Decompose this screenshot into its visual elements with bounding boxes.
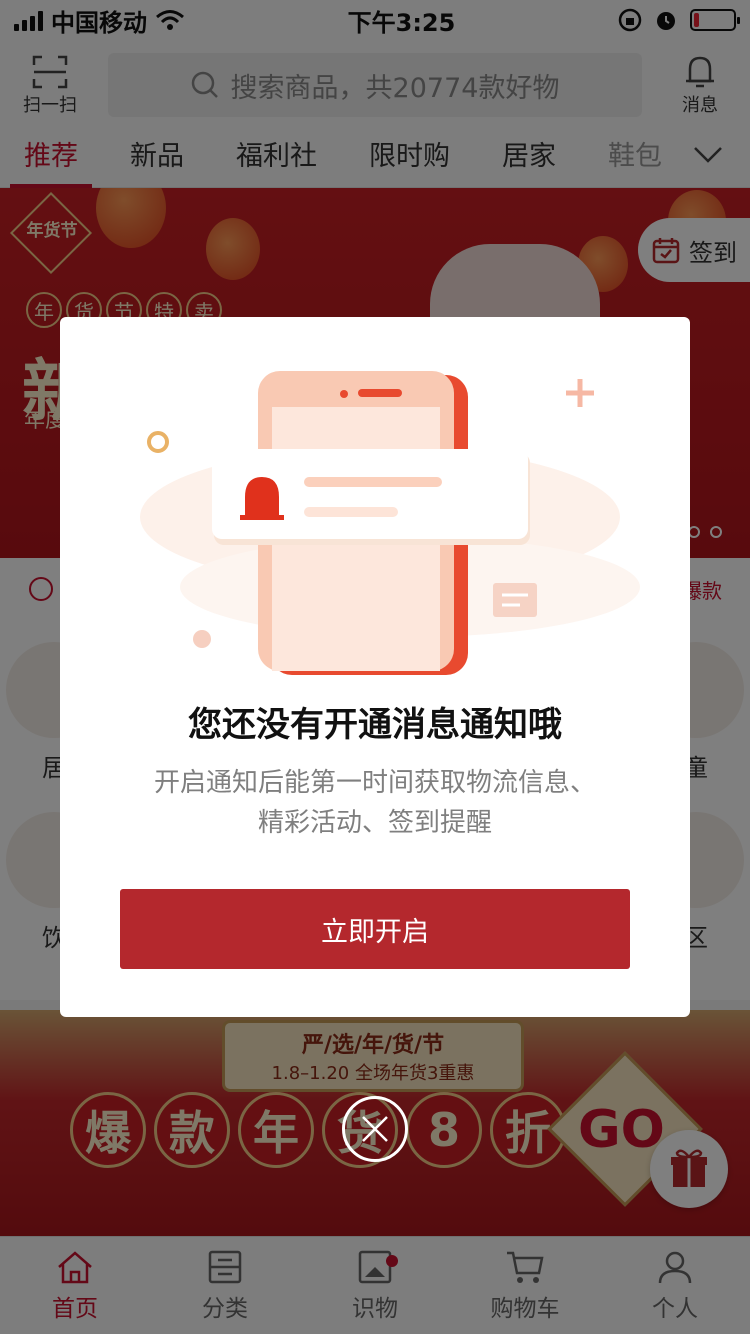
dialog-title: 您还没有开通消息通知哦 xyxy=(188,705,562,745)
close-icon xyxy=(362,1116,388,1142)
enable-notifications-button[interactable]: 立即开启 xyxy=(120,889,630,969)
close-dialog-button[interactable] xyxy=(342,1096,408,1162)
dialog-description: 开启通知后能第一时间获取物流信息、精彩活动、签到提醒 xyxy=(153,768,596,838)
phone-notification-illustration xyxy=(140,371,640,675)
notification-permission-dialog: 您还没有开通消息通知哦 开启通知后能第一时间获取物流信息、精彩活动、签到提醒 立… xyxy=(60,317,690,1017)
